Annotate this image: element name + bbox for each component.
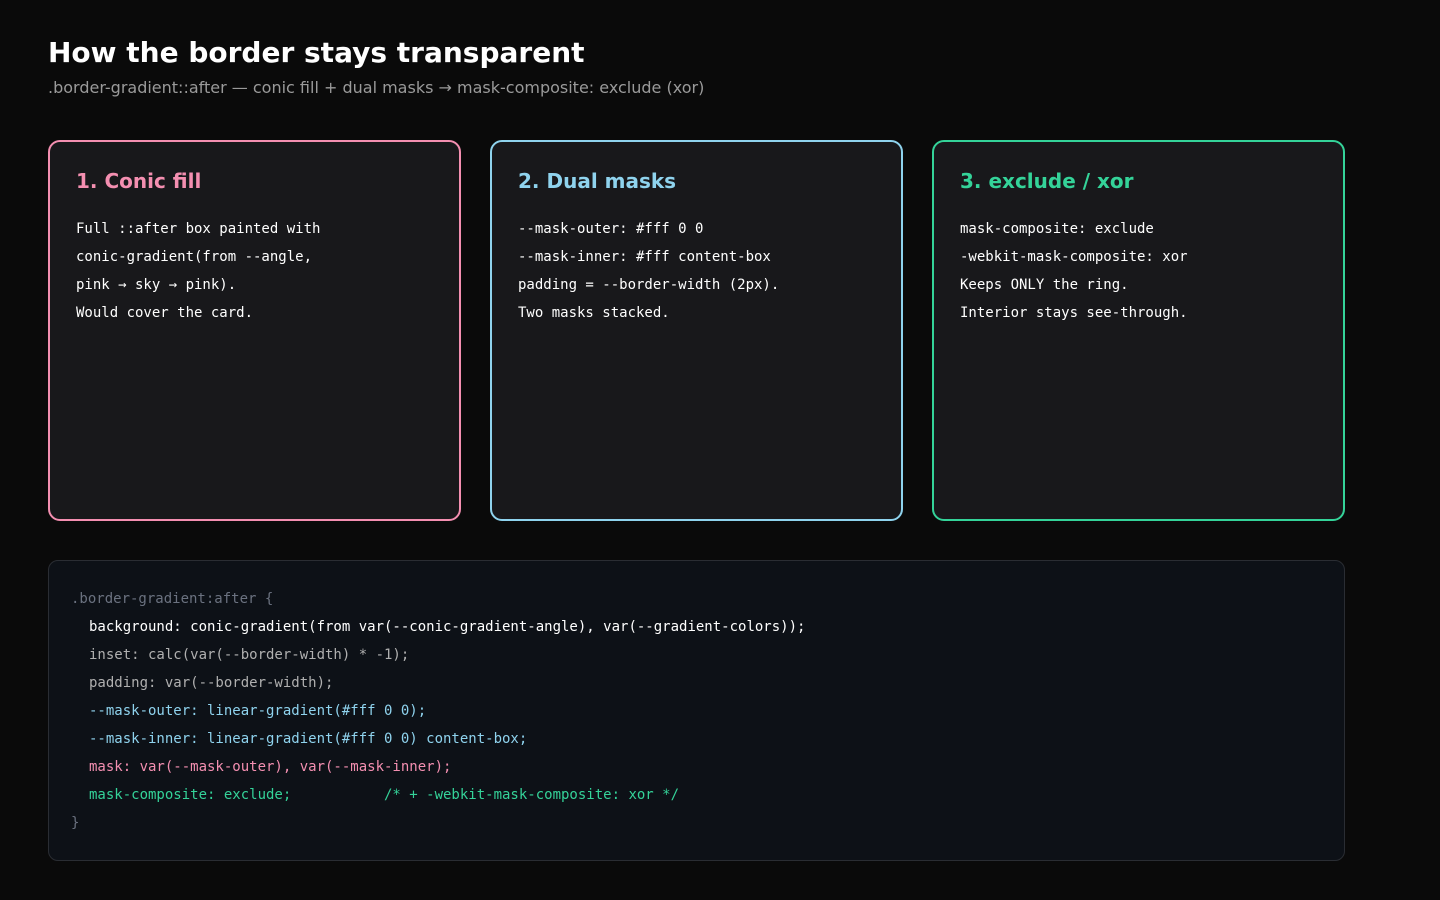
card-title: 1. Conic fill — [76, 169, 202, 193]
code-line-mask-inner: --mask-inner: linear-gradient(#fff 0 0) … — [89, 731, 528, 747]
card-line: padding = --border-width (2px). — [518, 277, 780, 293]
page-title: How the border stays transparent — [48, 36, 585, 69]
card-line: pink → sky → pink). — [76, 277, 237, 293]
card-line: Keeps ONLY the ring. — [960, 277, 1129, 293]
code-line-mask: mask: var(--mask-outer), var(--mask-inne… — [89, 759, 452, 775]
card-conic-fill: 1. Conic fill Full ::after box painted w… — [48, 140, 461, 521]
card-line: Full ::after box painted with — [76, 221, 321, 237]
card-exclude-xor: 3. exclude / xor mask-composite: exclude… — [932, 140, 1345, 521]
page-subtitle: .border-gradient::after — conic fill + d… — [48, 78, 705, 97]
code-block: .border-gradient:after { background: con… — [48, 560, 1345, 861]
code-line-padding: padding: var(--border-width); — [89, 675, 334, 691]
card-line: -webkit-mask-composite: xor — [960, 249, 1188, 265]
card-line: --mask-outer: #fff 0 0 — [518, 221, 704, 237]
card-line: Two masks stacked. — [518, 305, 670, 321]
card-line: conic-gradient(from --angle, — [76, 249, 313, 265]
code-line-background: background: conic-gradient(from var(--co… — [89, 619, 806, 635]
card-line: Would cover the card. — [76, 305, 254, 321]
code-line-selector: .border-gradient:after { — [71, 591, 274, 607]
card-title: 3. exclude / xor — [960, 169, 1134, 193]
card-line: mask-composite: exclude — [960, 221, 1154, 237]
code-line-close-brace: } — [71, 815, 80, 831]
code-line-mask-composite: mask-composite: exclude; /* + -webkit-ma… — [89, 787, 680, 803]
card-dual-masks: 2. Dual masks --mask-outer: #fff 0 0 --m… — [490, 140, 903, 521]
card-line: Interior stays see-through. — [960, 305, 1188, 321]
code-line-inset: inset: calc(var(--border-width) * -1); — [89, 647, 410, 663]
code-line-mask-outer: --mask-outer: linear-gradient(#fff 0 0); — [89, 703, 427, 719]
card-title: 2. Dual masks — [518, 169, 677, 193]
card-line: --mask-inner: #fff content-box — [518, 249, 771, 265]
